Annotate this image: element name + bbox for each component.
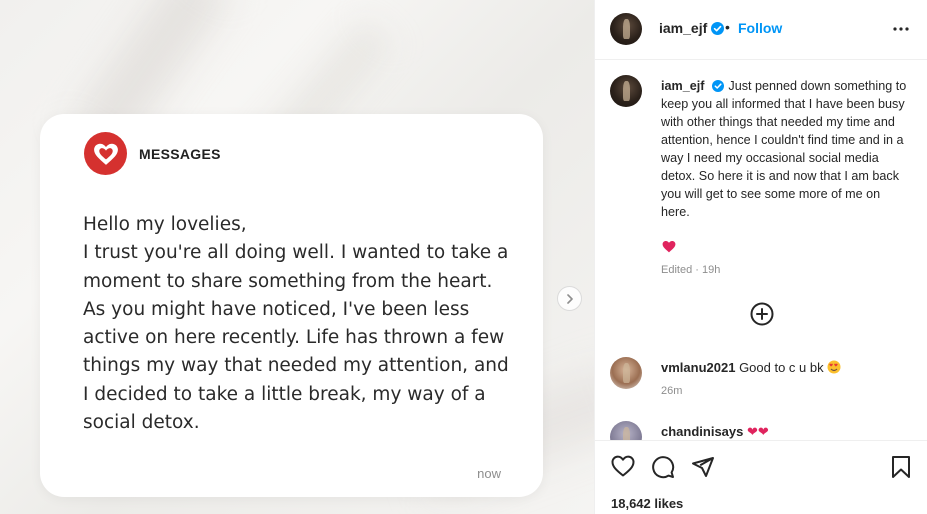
- separator-dot: •: [725, 19, 730, 35]
- caption-username[interactable]: iam_ejf: [661, 79, 704, 93]
- post-media: MESSAGES Hello my lovelies, I trust you'…: [0, 0, 594, 514]
- post-caption: iam_ejf Just penned down something to ke…: [661, 77, 911, 221]
- avatar[interactable]: [610, 75, 642, 107]
- save-icon[interactable]: [891, 455, 911, 484]
- post-sidebar: iam_ejf • Follow iam_ejf Just penned dow…: [594, 0, 927, 514]
- next-slide-button[interactable]: [557, 286, 582, 311]
- comment: vmlanu2021 Good to c u bk: [661, 360, 841, 375]
- card-title: MESSAGES: [139, 145, 221, 162]
- message-card: MESSAGES Hello my lovelies, I trust you'…: [40, 114, 543, 497]
- message-text: Hello my lovelies, I trust you're all do…: [83, 214, 509, 434]
- caption-text: Just penned down something to keep you a…: [661, 79, 907, 219]
- comment-emoji: ❤❤: [747, 424, 769, 439]
- comment-username[interactable]: chandinisays: [661, 424, 743, 439]
- comment-time: 26m: [661, 385, 683, 397]
- more-icon[interactable]: [892, 20, 910, 43]
- follow-button[interactable]: Follow: [738, 20, 782, 36]
- author-name-group: iam_ejf: [659, 20, 725, 36]
- caption-edited-time: Edited · 19h: [661, 264, 721, 276]
- verified-icon: [711, 80, 725, 93]
- message-time: now: [477, 466, 501, 481]
- share-icon[interactable]: [691, 455, 715, 484]
- comment-text: Good to c u bk: [739, 360, 824, 375]
- message-card-header: MESSAGES: [84, 132, 221, 175]
- comment-username[interactable]: vmlanu2021: [661, 360, 735, 375]
- author-username[interactable]: iam_ejf: [659, 20, 707, 36]
- avatar[interactable]: [610, 357, 642, 389]
- like-icon[interactable]: [611, 455, 635, 482]
- chevron-right-icon: [566, 293, 573, 304]
- comment: chandinisays ❤❤: [661, 424, 769, 440]
- add-circle-icon[interactable]: [750, 302, 774, 331]
- likes-count[interactable]: 18,642 likes: [611, 496, 683, 511]
- heart-eyes-emoji: [827, 360, 841, 375]
- comment-icon[interactable]: [651, 455, 675, 484]
- post-header: iam_ejf • Follow: [595, 0, 927, 60]
- post-actions: 18,642 likes: [595, 440, 927, 514]
- caption-heart-emoji: [662, 240, 676, 258]
- verified-icon: [711, 21, 725, 35]
- avatar[interactable]: [610, 13, 642, 45]
- heart-logo-icon: [84, 132, 127, 175]
